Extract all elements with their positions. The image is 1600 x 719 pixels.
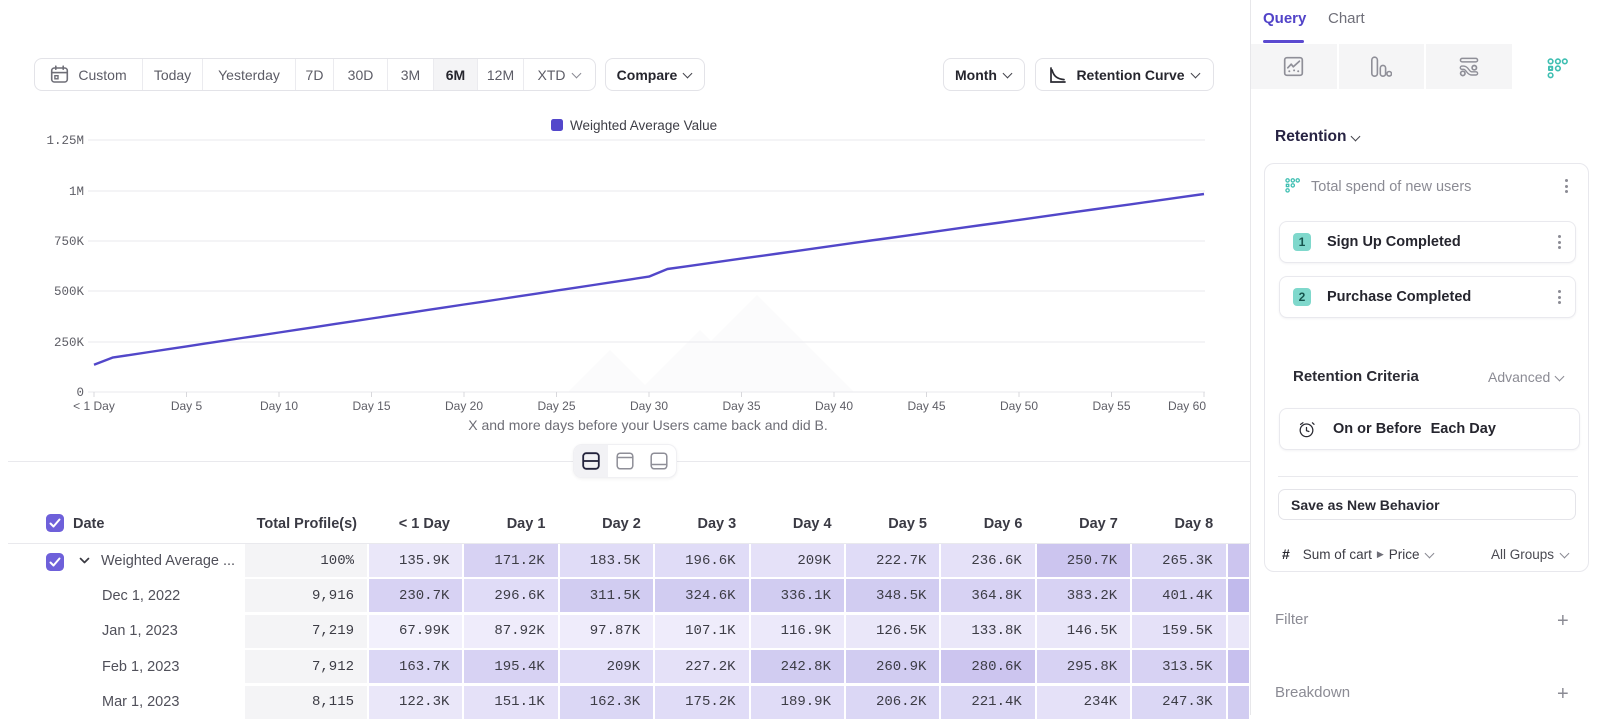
svg-text:Day 25: Day 25 [537,399,575,413]
svg-text:Day 20: Day 20 [445,399,483,413]
svg-text:Day 30: Day 30 [630,399,668,413]
svg-text:Day 55: Day 55 [1092,399,1130,413]
svg-text:Day 5: Day 5 [171,399,203,413]
svg-text:Day 15: Day 15 [352,399,390,413]
svg-text:Day 35: Day 35 [722,399,760,413]
svg-text:X and more days before your Us: X and more days before your Users came b… [468,417,828,433]
svg-text:750K: 750K [54,235,85,249]
svg-text:1.25M: 1.25M [46,134,84,148]
svg-text:Day 40: Day 40 [815,399,853,413]
svg-text:250K: 250K [54,336,85,350]
svg-text:Weighted Average Value: Weighted Average Value [570,118,717,133]
svg-text:1M: 1M [69,185,84,199]
svg-text:Day 60: Day 60 [1168,399,1206,413]
svg-text:Day 45: Day 45 [907,399,945,413]
svg-text:< 1 Day: < 1 Day [73,399,115,413]
svg-text:500K: 500K [54,285,85,299]
svg-text:Day 50: Day 50 [1000,399,1038,413]
svg-text:Day 10: Day 10 [260,399,298,413]
svg-text:0: 0 [76,386,84,400]
